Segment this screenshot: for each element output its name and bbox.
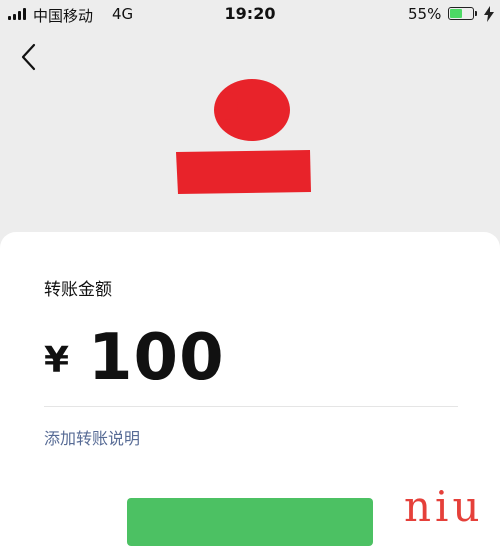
battery-icon	[448, 7, 474, 20]
transfer-button[interactable]	[127, 498, 373, 546]
battery-level-fill	[450, 9, 462, 18]
battery-percentage: 55%	[408, 5, 442, 23]
status-bar: 中国移动 4G 19:20 55%	[0, 0, 500, 30]
chevron-left-icon	[21, 43, 36, 71]
currency-symbol: ¥	[44, 340, 70, 381]
payee-name-redacted	[176, 150, 311, 194]
watermark: niu	[404, 482, 484, 531]
amount-label: 转账金额	[44, 280, 112, 300]
charging-bolt-icon	[484, 6, 494, 22]
amount-value: 100	[88, 321, 225, 395]
battery-cap	[475, 11, 477, 16]
back-button[interactable]	[14, 40, 44, 74]
amount-input[interactable]: ¥ 100	[44, 318, 458, 398]
add-transfer-note-link[interactable]: 添加转账说明	[44, 425, 140, 449]
payee-avatar	[214, 79, 290, 141]
divider	[44, 406, 458, 407]
